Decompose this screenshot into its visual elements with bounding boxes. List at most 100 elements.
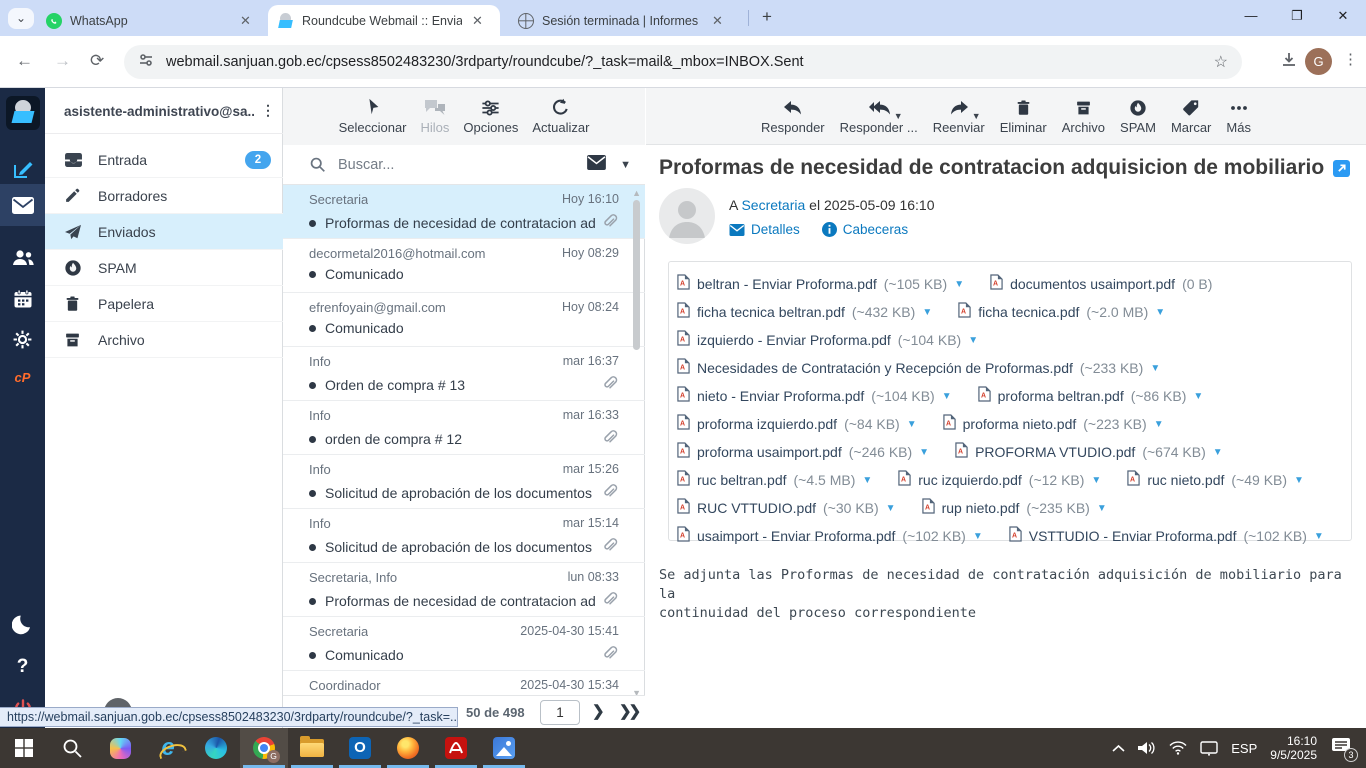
folder-entrada[interactable]: Entrada2 xyxy=(45,142,283,178)
next-page-icon[interactable]: ❯ xyxy=(592,702,605,720)
message-row[interactable]: Secretaria 2025-04-30 15:41 Comunicado xyxy=(283,617,645,671)
close-icon[interactable]: ✕ xyxy=(712,13,723,29)
browser-menu-icon[interactable]: ⋮ xyxy=(1343,50,1358,68)
attachment-link[interactable]: A ficha tecnica beltran.pdf (~432 KB) ▼ xyxy=(677,302,932,323)
taskbar-photos-icon[interactable] xyxy=(480,728,528,768)
tab-whatsapp[interactable]: WhatsApp ✕ xyxy=(36,5,264,36)
attachment-link[interactable]: A rup nieto.pdf (~235 KB) ▼ xyxy=(922,498,1107,519)
attachment-link[interactable]: A beltran - Enviar Proforma.pdf (~105 KB… xyxy=(677,274,964,295)
attachment-menu-icon[interactable]: ▼ xyxy=(862,475,872,486)
taskbar-chrome-icon[interactable]: G xyxy=(240,728,288,768)
taskbar-ie-icon[interactable]: e xyxy=(144,728,192,768)
taskbar-acrobat-icon[interactable] xyxy=(432,728,480,768)
search-scope-icon[interactable] xyxy=(587,155,606,175)
attachment-menu-icon[interactable]: ▼ xyxy=(942,391,952,402)
toolbar-button-trash[interactable]: Eliminar xyxy=(1000,96,1047,144)
attachment-menu-icon[interactable]: ▼ xyxy=(954,279,964,290)
last-page-icon[interactable]: ❯❯ xyxy=(619,702,638,720)
toolbar-button-threads[interactable]: Hilos xyxy=(421,96,450,145)
folder-archivo[interactable]: Archivo xyxy=(45,322,283,358)
search-input[interactable] xyxy=(338,157,587,173)
clock[interactable]: 16:10 9/5/2025 xyxy=(1270,734,1317,762)
rail-roundcube-logo-icon[interactable] xyxy=(0,92,45,134)
minimize-button[interactable]: — xyxy=(1228,0,1274,34)
account-menu-icon[interactable]: ⋮ xyxy=(261,102,275,119)
attachment-menu-icon[interactable]: ▼ xyxy=(907,419,917,430)
attachment-menu-icon[interactable]: ▼ xyxy=(1155,307,1165,318)
folder-borradores[interactable]: Borradores xyxy=(45,178,283,214)
folder-enviados[interactable]: Enviados xyxy=(45,214,283,250)
search-options-icon[interactable]: ▼ xyxy=(620,159,631,171)
toolbar-button-tag[interactable]: Marcar xyxy=(1171,96,1211,144)
attachment-link[interactable]: A ruc nieto.pdf (~49 KB) ▼ xyxy=(1127,470,1304,491)
rail-help-icon[interactable]: ? xyxy=(0,646,45,688)
tab-roundcube[interactable]: Roundcube Webmail :: Enviados ✕ xyxy=(268,5,500,36)
forward-icon[interactable]: → xyxy=(54,51,71,71)
list-scrollbar[interactable] xyxy=(633,200,640,350)
toolbar-button-refresh[interactable]: Actualizar xyxy=(532,96,589,145)
volume-icon[interactable] xyxy=(1138,741,1156,755)
rail-cpanel-icon[interactable]: cP xyxy=(0,356,45,398)
attachment-menu-icon[interactable]: ▼ xyxy=(886,503,896,514)
profile-avatar[interactable]: G xyxy=(1305,48,1332,75)
attachment-link[interactable]: A ficha tecnica.pdf (~2.0 MB) ▼ xyxy=(958,302,1165,323)
tray-expand-icon[interactable] xyxy=(1112,744,1125,753)
attachment-menu-icon[interactable]: ▼ xyxy=(968,335,978,346)
recipient-link[interactable]: Secretaria xyxy=(741,197,805,213)
folder-papelera[interactable]: Papelera xyxy=(45,286,283,322)
attachment-link[interactable]: A proforma usaimport.pdf (~246 KB) ▼ xyxy=(677,442,929,463)
rail-contacts-icon[interactable] xyxy=(0,236,45,278)
toolbar-button-reply[interactable]: Responder xyxy=(761,96,825,144)
headers-link[interactable]: Cabeceras xyxy=(822,222,908,237)
notification-center-icon[interactable]: 3 xyxy=(1330,736,1356,760)
attachment-menu-icon[interactable]: ▼ xyxy=(1193,391,1203,402)
taskbar-firefox-icon[interactable] xyxy=(384,728,432,768)
taskbar-explorer-icon[interactable] xyxy=(288,728,336,768)
page-input[interactable] xyxy=(540,700,580,725)
attachment-link[interactable]: A izquierdo - Enviar Proforma.pdf (~104 … xyxy=(677,330,978,351)
url-text[interactable]: webmail.sanjuan.gob.ec/cpsess8502483230/… xyxy=(166,54,1214,70)
rail-moon-icon[interactable] xyxy=(0,604,45,646)
attachment-link[interactable]: A proforma nieto.pdf (~223 KB) ▼ xyxy=(943,414,1164,435)
taskbar-edge-icon[interactable] xyxy=(192,728,240,768)
rail-mail-icon[interactable] xyxy=(0,184,45,226)
bookmark-icon[interactable]: ☆ xyxy=(1214,52,1228,72)
attachment-link[interactable]: A ruc beltran.pdf (~4.5 MB) ▼ xyxy=(677,470,872,491)
attachment-link[interactable]: A proforma izquierdo.pdf (~84 KB) ▼ xyxy=(677,414,917,435)
close-icon[interactable]: ✕ xyxy=(240,13,251,29)
display-connect-icon[interactable] xyxy=(1200,741,1218,756)
back-icon[interactable]: ← xyxy=(16,51,33,71)
taskbar-search-icon[interactable] xyxy=(48,728,96,768)
attachment-link[interactable]: A RUC VTTUDIO.pdf (~30 KB) ▼ xyxy=(677,498,896,519)
attachment-link[interactable]: A usaimport - Enviar Proforma.pdf (~102 … xyxy=(677,526,983,547)
attachment-link[interactable]: A proforma beltran.pdf (~86 KB) ▼ xyxy=(978,386,1204,407)
attachment-menu-icon[interactable]: ▼ xyxy=(1154,419,1164,430)
attachment-menu-icon[interactable]: ▼ xyxy=(922,307,932,318)
toolbar-button-cursor[interactable]: Seleccionar xyxy=(339,96,407,145)
attachment-menu-icon[interactable]: ▼ xyxy=(919,447,929,458)
attachment-menu-icon[interactable]: ▼ xyxy=(1097,503,1107,514)
taskbar-outlook-icon[interactable]: O xyxy=(336,728,384,768)
restore-button[interactable]: ❐ xyxy=(1274,0,1320,34)
toolbar-button-replyall[interactable]: ▼ Responder ... xyxy=(840,96,918,144)
toolbar-button-forward[interactable]: ▼ Reenviar xyxy=(933,96,985,144)
message-row[interactable]: efrenfoyain@gmail.com Hoy 08:24 Comunica… xyxy=(283,293,645,347)
message-row[interactable]: Coordinador 2025-04-30 15:34 xyxy=(283,671,645,697)
toolbar-button-more[interactable]: Más xyxy=(1226,96,1251,144)
attachment-menu-icon[interactable]: ▼ xyxy=(1213,447,1223,458)
message-row[interactable]: Secretaria, Info lun 08:33 Proformas de … xyxy=(283,563,645,617)
address-bar[interactable]: webmail.sanjuan.gob.ec/cpsess8502483230/… xyxy=(124,45,1242,79)
reload-icon[interactable]: ⟳ xyxy=(90,51,104,71)
details-link[interactable]: Detalles xyxy=(729,222,800,237)
attachment-link[interactable]: A VSTTUDIO - Enviar Proforma.pdf (~102 K… xyxy=(1009,526,1324,547)
rail-calendar-icon[interactable] xyxy=(0,278,45,320)
keyboard-language[interactable]: ESP xyxy=(1231,741,1257,756)
message-row[interactable]: Info mar 16:37 Orden de compra # 13 xyxy=(283,347,645,401)
attachment-menu-icon[interactable]: ▼ xyxy=(973,531,983,542)
attachment-link[interactable]: A ruc izquierdo.pdf (~12 KB) ▼ xyxy=(898,470,1101,491)
site-settings-icon[interactable] xyxy=(138,52,154,73)
toolbar-button-archive[interactable]: Archivo xyxy=(1062,96,1105,144)
attachment-menu-icon[interactable]: ▼ xyxy=(1294,475,1304,486)
taskbar-start-icon[interactable] xyxy=(0,728,48,768)
rail-settings-icon[interactable] xyxy=(0,318,45,360)
